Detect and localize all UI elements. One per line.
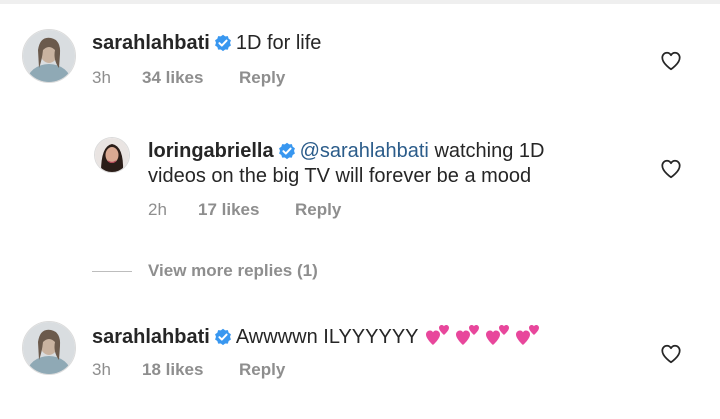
comment-time[interactable]: 3h — [92, 67, 142, 89]
view-more-label: View more replies (1) — [148, 261, 318, 280]
reply-button[interactable]: Reply — [295, 199, 341, 221]
comment-text: watching 1D — [434, 140, 545, 162]
avatar-photo — [23, 322, 75, 374]
heart-outline-icon[interactable] — [660, 158, 682, 185]
comment-username[interactable]: loringabriella — [148, 140, 274, 162]
comment-text: 1D for life — [235, 32, 322, 54]
comment-likes[interactable]: 34 likes — [142, 67, 239, 89]
reply-button[interactable]: Reply — [239, 359, 285, 381]
comment-text-line: sarahlahbati 1D for life — [92, 29, 321, 61]
avatar[interactable] — [22, 321, 76, 375]
comment-likes[interactable]: 17 likes — [198, 199, 295, 221]
comment-time[interactable]: 3h — [92, 359, 142, 381]
two-hearts-emoji — [419, 325, 543, 348]
comment-text: Awwwwn ILYYYYYY — [235, 326, 419, 348]
avatar[interactable] — [22, 29, 76, 83]
heart-outline-icon[interactable] — [660, 50, 682, 77]
comment-username[interactable]: sarahlahbati — [92, 326, 210, 348]
reply-button[interactable]: Reply — [239, 67, 285, 89]
top-divider — [0, 0, 720, 4]
heart-outline-icon[interactable] — [660, 343, 682, 370]
verified-badge-icon — [214, 32, 232, 61]
avatar-photo — [95, 138, 129, 172]
comment-text: videos on the big TV will forever be a m… — [148, 165, 532, 187]
view-more-replies-button[interactable]: View more replies (1) — [92, 259, 318, 283]
comment-meta: 2h 17 likes Reply — [148, 199, 341, 221]
comment-text-line: videos on the big TV will forever be a m… — [148, 162, 531, 191]
comment-username[interactable]: sarahlahbati — [92, 32, 210, 54]
comment-time[interactable]: 2h — [148, 199, 198, 221]
comment-meta: 3h 34 likes Reply — [92, 67, 285, 89]
view-more-divider — [92, 270, 132, 272]
avatar[interactable] — [94, 137, 130, 173]
avatar-photo — [23, 30, 75, 82]
verified-badge-icon — [214, 326, 232, 355]
comment-text-line: sarahlahbati Awwwwn ILYYYYYY — [92, 321, 543, 355]
comment-meta: 3h 18 likes Reply — [92, 359, 285, 381]
comment-likes[interactable]: 18 likes — [142, 359, 239, 381]
mention-link[interactable]: @sarahlahbati — [300, 140, 429, 162]
